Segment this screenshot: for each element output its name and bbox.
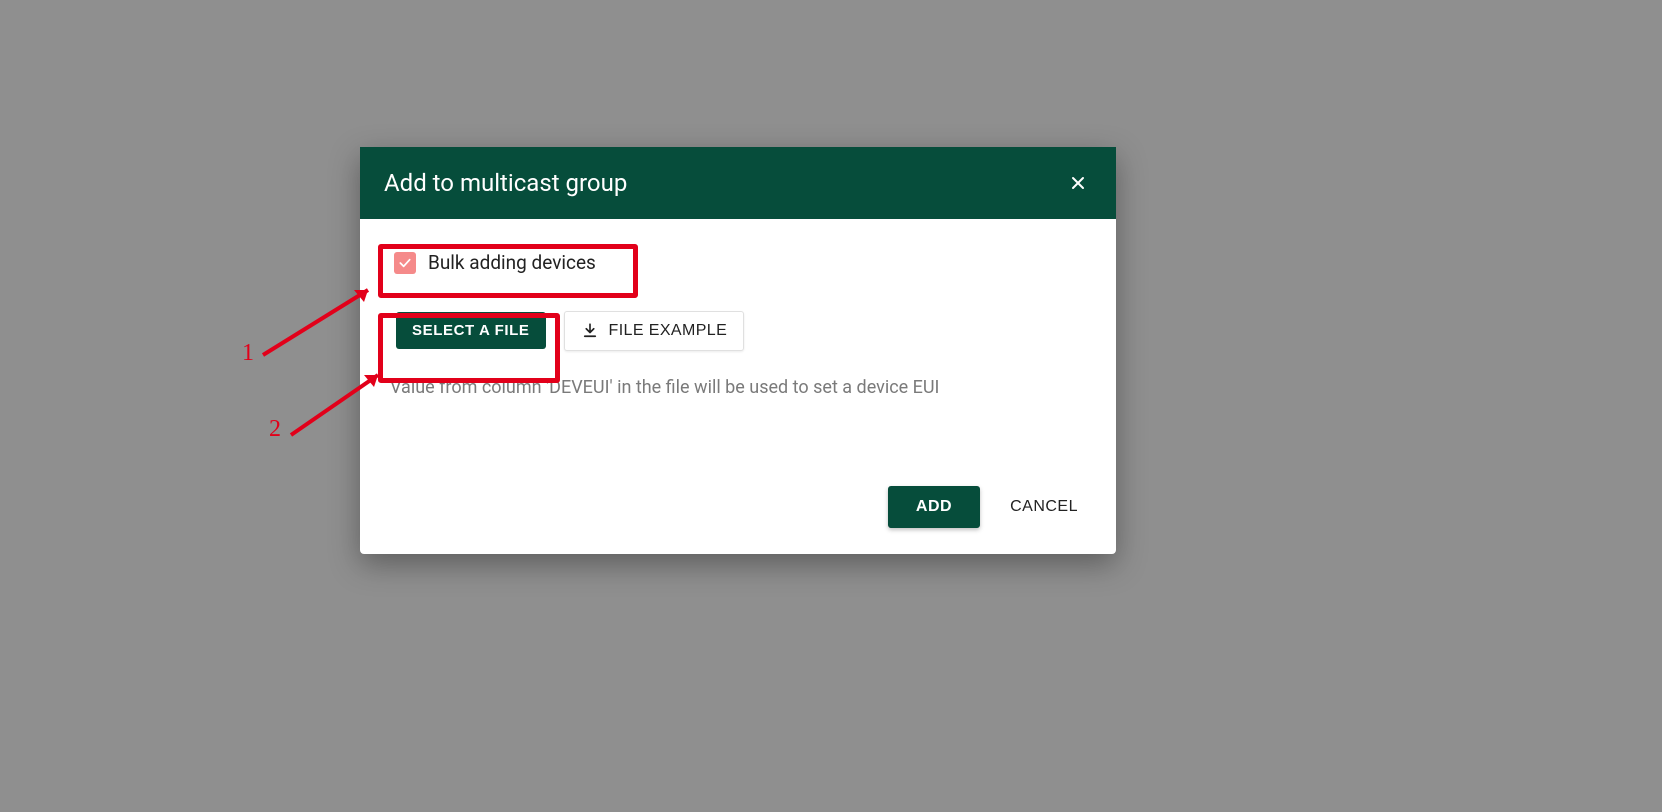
dialog-title: Add to multicast group (384, 169, 627, 197)
download-icon (581, 322, 599, 340)
add-button[interactable]: ADD (888, 486, 980, 528)
dialog-header: Add to multicast group (360, 147, 1116, 219)
file-row: SELECT A FILE FILE EXAMPLE (390, 306, 1086, 355)
select-file-wrap: SELECT A FILE (390, 306, 552, 355)
select-file-button[interactable]: SELECT A FILE (396, 312, 546, 349)
dialog-body: Bulk adding devices SELECT A FILE FILE E… (360, 219, 1116, 408)
bulk-adding-checkbox[interactable] (394, 252, 416, 274)
bulk-adding-checkbox-row[interactable]: Bulk adding devices (390, 247, 608, 278)
bulk-adding-checkbox-label: Bulk adding devices (428, 251, 596, 274)
hint-text: Value from column 'DEVEUI' in the file w… (390, 377, 1086, 398)
close-button[interactable] (1064, 169, 1092, 197)
cancel-button[interactable]: CANCEL (1002, 486, 1086, 528)
annotation-label-1: 1 (242, 340, 254, 367)
check-icon (397, 255, 413, 271)
file-example-label: FILE EXAMPLE (609, 322, 728, 340)
close-icon (1068, 173, 1088, 193)
add-to-multicast-dialog: Add to multicast group Bulk adding devic… (360, 147, 1116, 554)
dialog-actions: ADD CANCEL (360, 464, 1116, 554)
file-example-button[interactable]: FILE EXAMPLE (564, 311, 745, 351)
annotation-label-2: 2 (269, 416, 281, 443)
